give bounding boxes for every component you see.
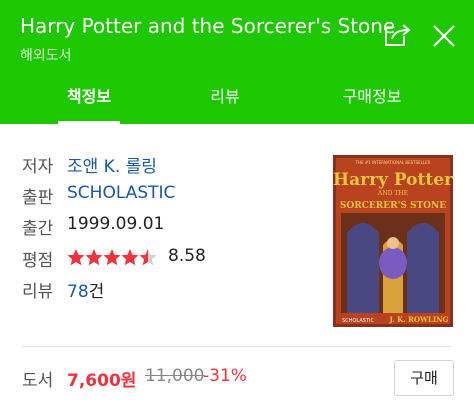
release-date-label: 출간 [22, 219, 54, 239]
cover-subtitle: SORCERER'S STONE [340, 201, 446, 211]
tab-book-info[interactable]: 책정보 [58, 70, 120, 124]
review-count-link[interactable]: 78건 [67, 277, 104, 302]
divider [22, 346, 452, 347]
share-icon [385, 24, 411, 46]
close-icon [433, 25, 455, 47]
rating-label: 평점 [22, 251, 54, 271]
cover-author: J. K. ROWLING [389, 315, 449, 324]
page-subtitle: 해외도서 [20, 48, 72, 64]
cover-title-and: AND THE [377, 190, 408, 197]
publisher-link[interactable]: SCHOLASTIC [67, 183, 175, 203]
half-star-icon [139, 249, 157, 266]
tab-bar: 책정보 리뷰 구매정보 [0, 70, 474, 124]
page-title: Harry Potter and the Sorcerer's Stone [20, 14, 396, 38]
rating-stars [67, 249, 157, 266]
discount-rate: -31% [203, 366, 247, 386]
original-price: 11,000 [145, 366, 205, 386]
buy-button[interactable]: 구매 [394, 360, 454, 396]
author-link[interactable]: 조앤 K. 롤링 [67, 152, 157, 177]
star-icon [67, 249, 85, 266]
star-icon [85, 249, 103, 266]
cover-top-text: THE #1 INTERNATIONAL BESTSELLER [355, 160, 431, 165]
share-button[interactable] [382, 20, 414, 52]
star-icon [103, 249, 121, 266]
cover-publisher: SCHOLASTIC [342, 318, 374, 324]
tab-purchase-info[interactable]: 구매정보 [332, 70, 412, 124]
sale-price: 7,600원 [67, 371, 137, 391]
star-icon [121, 249, 139, 266]
release-date-value: 1999.09.01 [67, 214, 165, 234]
author-label: 저자 [22, 157, 54, 177]
review-count[interactable]: 78 [67, 282, 89, 302]
rating-value: 8.58 [168, 246, 206, 266]
book-cover[interactable]: THE #1 INTERNATIONAL BESTSELLER Harry Po… [333, 155, 454, 327]
price-label: 도서 [22, 371, 54, 391]
review-unit: 건 [88, 282, 105, 302]
app-header: Harry Potter and the Sorcerer's Stone 해외… [0, 0, 474, 124]
close-button[interactable] [428, 20, 460, 52]
tab-reviews[interactable]: 리뷰 [200, 70, 250, 124]
cover-title: Harry Potter [333, 170, 453, 190]
review-label: 리뷰 [22, 282, 54, 302]
publisher-label: 출판 [22, 188, 54, 208]
